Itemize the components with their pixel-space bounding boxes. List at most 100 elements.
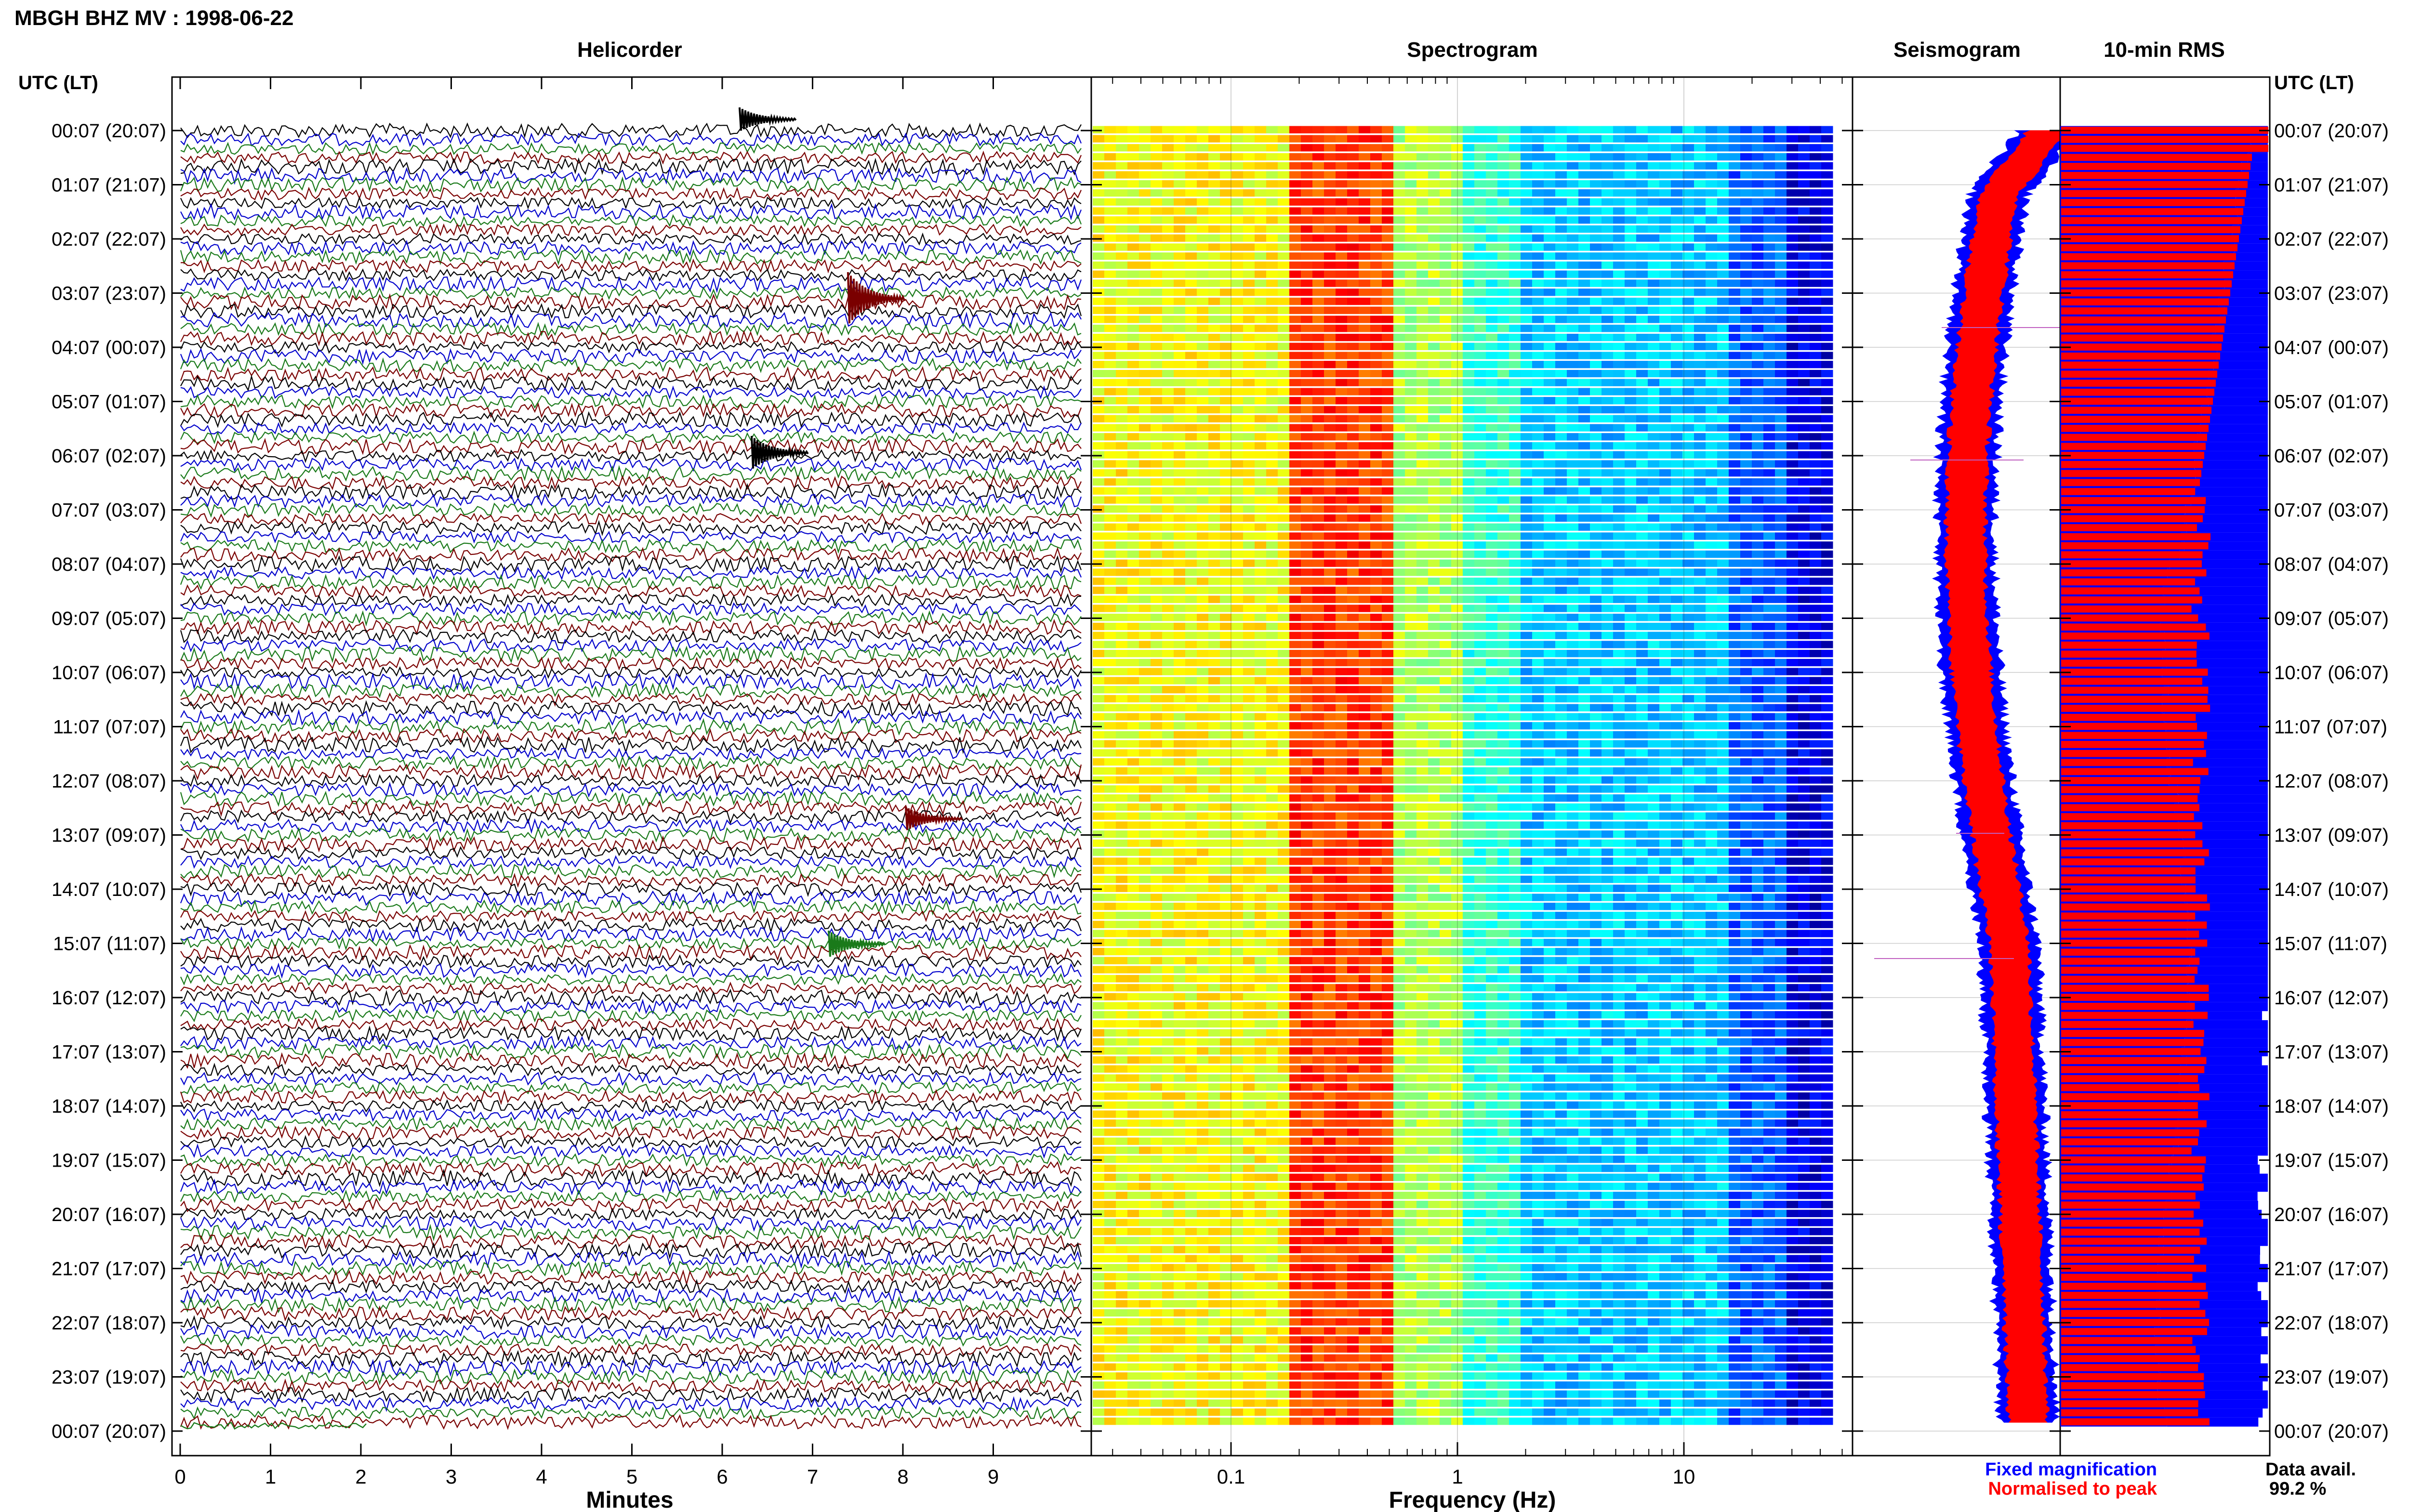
spectrogram-cell [1289, 731, 1301, 739]
spectrogram-cell [1602, 234, 1614, 242]
spectrogram-cell [1382, 713, 1394, 721]
spectrogram-cell [1694, 216, 1706, 224]
spectrogram-cell [1359, 595, 1371, 603]
spectrogram-cell [1578, 325, 1590, 332]
spectrogram-cell [1659, 406, 1671, 414]
spectrogram-cell [1093, 658, 1105, 667]
spectrogram-cell [1532, 695, 1544, 703]
spectrogram-cell [1266, 658, 1278, 667]
spectrogram-cell [1243, 622, 1255, 631]
spectrogram-cell [1336, 352, 1348, 359]
spectrogram-cell [1625, 198, 1637, 206]
spectrogram-cell [1763, 352, 1775, 359]
spectrogram-cell [1393, 595, 1405, 603]
spectrogram-cell [1474, 270, 1486, 278]
spectrogram-cell [1197, 316, 1209, 323]
spectrogram-cell [1174, 279, 1186, 287]
spectrogram-cell [1220, 306, 1232, 314]
spectrogram-cell [1671, 171, 1683, 179]
spectrogram-cell [1359, 650, 1371, 657]
spectrogram-cell [1636, 550, 1648, 558]
spectrogram-cell [1243, 641, 1255, 648]
spectrogram-cell [1301, 153, 1313, 161]
spectrogram-cell [1336, 568, 1348, 576]
spectrogram-cell [1798, 162, 1810, 170]
spectrogram-cell [1532, 704, 1544, 711]
spectrogram-cell [1347, 451, 1359, 459]
spectrogram-cell [1197, 306, 1209, 314]
spectrogram-cell [1428, 496, 1440, 504]
spectrogram-cell [1775, 794, 1787, 802]
spectrogram-cell [1590, 333, 1602, 342]
spectrogram-cell [1706, 270, 1718, 278]
spectrogram-cell [1220, 352, 1232, 359]
spectrogram-cell [1787, 406, 1799, 414]
spectrogram-cell [1729, 451, 1741, 459]
spectrogram-cell [1787, 650, 1799, 657]
spectrogram-cell [1243, 785, 1255, 793]
spectrogram-cell [1671, 289, 1683, 296]
spectrogram-cell [1312, 767, 1324, 775]
spectrogram-cell [1682, 126, 1694, 133]
spectrogram-cell [1810, 578, 1822, 585]
spectrogram-cell [1231, 252, 1244, 260]
spectrogram-cell [1729, 216, 1741, 224]
spectrogram-cell [1359, 198, 1371, 206]
spectrogram-cell [1497, 270, 1509, 278]
spectrogram-cell [1555, 776, 1567, 784]
spectrogram-cell [1440, 505, 1452, 513]
spectrogram-cell [1474, 297, 1486, 305]
spectrogram-cell [1474, 243, 1486, 251]
spectrogram-cell [1578, 135, 1590, 143]
spectrogram-cell [1578, 731, 1590, 739]
spectrogram-cell [1717, 658, 1729, 667]
spectrogram-cell [1474, 171, 1486, 179]
spectrogram-cell [1798, 514, 1810, 522]
spectrogram-cell [1532, 397, 1544, 405]
spectrogram-cell [1544, 650, 1556, 657]
spectrogram-cell [1706, 487, 1718, 495]
spectrogram-cell [1636, 297, 1648, 305]
spectrogram-cell [1174, 658, 1186, 667]
spectrogram-cell [1116, 713, 1128, 721]
spectrogram-cell [1463, 559, 1475, 567]
spectrogram-cell [1602, 388, 1614, 395]
spectrogram-cell [1093, 369, 1105, 378]
spectrogram-cell [1405, 469, 1417, 477]
spectrogram-cell [1717, 460, 1729, 468]
spectrogram-cell [1220, 460, 1232, 468]
spectrogram-cell [1255, 650, 1267, 657]
spectrogram-cell [1139, 505, 1151, 513]
spectrogram-cell [1590, 171, 1602, 179]
spectrogram-cell [1324, 207, 1336, 215]
spectrogram-cell [1752, 559, 1764, 567]
spectrogram-cell [1625, 406, 1637, 414]
spectrogram-cell [1324, 650, 1336, 657]
spectrogram-cell [1197, 523, 1209, 531]
spectrogram-cell [1787, 198, 1799, 206]
spectrogram-cell [1231, 713, 1244, 721]
spectrogram-cell [1255, 740, 1267, 748]
spectrogram-cell [1162, 406, 1174, 414]
spectrogram-cell [1775, 722, 1787, 730]
spectrogram-cell [1798, 252, 1810, 260]
spectrogram-cell [1590, 586, 1602, 594]
spectrogram-cell [1301, 198, 1313, 206]
spectrogram-cell [1544, 415, 1556, 422]
spectrogram-cell [1278, 369, 1290, 378]
spectrogram-cell [1266, 776, 1278, 784]
spectrogram-cell [1590, 207, 1602, 215]
spectrogram-cell [1127, 749, 1139, 757]
spectrogram-cell [1324, 668, 1336, 675]
spectrogram-cell [1231, 270, 1244, 278]
spectrogram-cell [1625, 758, 1637, 766]
spectrogram-cell [1509, 388, 1521, 395]
spectrogram-cell [1625, 650, 1637, 657]
spectrogram-cell [1266, 469, 1278, 477]
spectrogram-cell [1486, 487, 1498, 495]
spectrogram-cell [1278, 505, 1290, 513]
spectrogram-cell [1231, 171, 1244, 179]
spectrogram-cell [1821, 460, 1833, 468]
spectrogram-cell [1382, 578, 1394, 585]
spectrogram-cell [1555, 605, 1567, 612]
